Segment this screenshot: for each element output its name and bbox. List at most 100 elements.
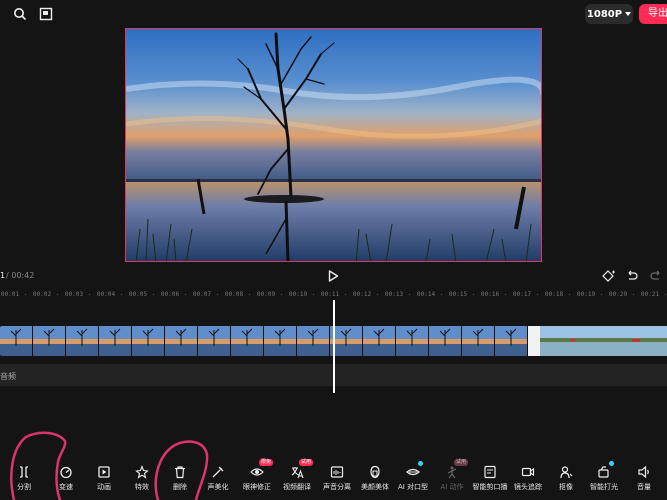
- volume-icon: [637, 464, 651, 479]
- toolbar-item-camera-track[interactable]: 镜头追踪: [508, 455, 548, 500]
- clip-thumbnail: [0, 326, 33, 356]
- timeline-tick: 00:11: [321, 291, 340, 298]
- timeline-tick: 00:18: [545, 291, 564, 298]
- timeline-dot: [665, 294, 666, 295]
- clip-thumbnail: [132, 326, 165, 356]
- redo-icon[interactable]: [649, 268, 663, 282]
- lip-sync-icon: [406, 464, 420, 478]
- video-clip[interactable]: [0, 326, 528, 356]
- play-icon[interactable]: [326, 268, 340, 282]
- clip-2-thumbnail: [540, 326, 667, 356]
- timeline-tick: 00:14: [417, 291, 436, 298]
- resolution-value: 1080P: [586, 8, 623, 20]
- toolbar-item-volume[interactable]: 音量: [624, 455, 664, 500]
- undo-icon[interactable]: [625, 268, 639, 282]
- split-icon: [17, 464, 31, 478]
- toolbar-item-smart-light[interactable]: 智能打光: [584, 455, 624, 500]
- toolbar-item-label: 美颜美体: [361, 483, 389, 491]
- toolbar-item-delete[interactable]: 删除: [160, 455, 200, 500]
- video-preview[interactable]: [125, 28, 542, 262]
- close-icon[interactable]: [12, 6, 28, 22]
- toolbar-item-speed[interactable]: 变速: [46, 455, 86, 500]
- clip-thumbnail: [363, 326, 396, 356]
- toolbar-item-beauty[interactable]: 美颜美体: [355, 455, 395, 500]
- toolbar-item-label: 视频翻译: [283, 483, 311, 491]
- toolbar-item-ai-motion[interactable]: AI 动作 试用: [432, 455, 472, 500]
- timeline-tick: 00:20: [609, 291, 628, 298]
- timeline-dot: [153, 294, 154, 295]
- clip-thumbnail: [396, 326, 429, 356]
- toolbar-item-split[interactable]: 分割: [4, 455, 44, 500]
- clip-thumbnail: [462, 326, 495, 356]
- delete-icon: [173, 464, 187, 479]
- badge: 限免: [259, 459, 274, 466]
- timeline-dot: [121, 294, 122, 295]
- vip-icon: [609, 461, 614, 466]
- clip-thumbnail: [99, 326, 132, 356]
- badge: 试用: [454, 459, 469, 466]
- fullscreen-icon[interactable]: [38, 6, 54, 22]
- ai-motion-icon: [445, 464, 459, 479]
- animation-icon: [97, 464, 111, 478]
- timeline-tick: 00:07: [193, 291, 212, 298]
- toolbar-item-animation[interactable]: 动画: [84, 455, 124, 500]
- resolution-select[interactable]: 1080P: [585, 4, 633, 24]
- toolbar-item-label: 声音分离: [323, 483, 351, 491]
- toolbar-item-audio-separate[interactable]: 声音分离: [317, 455, 357, 500]
- timeline-tick: 00:04: [97, 291, 116, 298]
- clip-thumbnail: [66, 326, 99, 356]
- current-time: 1: [0, 271, 6, 280]
- timeline-tick: 00:15: [449, 291, 468, 298]
- toolbar-item-label: 智能剪口播: [472, 483, 508, 491]
- toolbar-item-label: 声美化: [207, 483, 229, 491]
- camera-track-icon: [521, 464, 535, 478]
- clip-thumbnail: [264, 326, 297, 356]
- toolbar-item-voice-beautify[interactable]: 声美化: [198, 455, 238, 500]
- export-button[interactable]: 导出: [639, 4, 667, 24]
- toolbar-item-label: 镜头追踪: [514, 483, 542, 491]
- timeline-tick: 00:16: [481, 291, 500, 298]
- timeline-tick: 00:19: [577, 291, 596, 298]
- cutout-icon: [559, 464, 573, 479]
- timeline-dot: [473, 294, 474, 295]
- top-bar: 1080P 导出: [0, 0, 667, 28]
- timeline-tick: 00:10: [289, 291, 308, 298]
- video-clip-2[interactable]: [540, 326, 667, 356]
- timeline-dot: [217, 294, 218, 295]
- timeline-dot: [633, 294, 634, 295]
- voice-beautify-icon: [211, 464, 225, 478]
- timeline-tick: 00:09: [257, 291, 276, 298]
- smart-light-icon: [597, 464, 611, 478]
- timeline-dot: [249, 294, 250, 295]
- playhead[interactable]: [333, 300, 335, 393]
- toolbar-item-label: 分割: [17, 483, 31, 491]
- timeline-tick: 00:02: [33, 291, 52, 298]
- bottom-toolbar: 分割 变速 动画 特效 删除 声美化 眼神修正 限免 视频翻译 试用 声音分离 美颜美体 AI 对口型 A…: [0, 455, 667, 500]
- timeline-tick: 00:01: [1, 291, 20, 298]
- timeline-dot: [377, 294, 378, 295]
- speed-icon: [59, 464, 73, 479]
- toolbar-item-translate[interactable]: 视频翻译 试用: [277, 455, 317, 500]
- timeline-dot: [537, 294, 538, 295]
- toolbar-item-effects[interactable]: 特效: [122, 455, 162, 500]
- timeline-ruler[interactable]: 00:01 00:02 00:03 00:04 00:05 00:06 00:07 00:08…: [0, 287, 667, 301]
- toolbar-item-label: AI 动作: [440, 483, 464, 491]
- toolbar-item-eye-correct[interactable]: 眼神修正 限免: [237, 455, 277, 500]
- toolbar-item-label: 智能打光: [590, 483, 618, 491]
- toolbar-item-label: AI 对口型: [397, 483, 429, 491]
- keyframe-icon[interactable]: [602, 268, 616, 282]
- clip-thumbnail: [165, 326, 198, 356]
- timeline-dot: [89, 294, 90, 295]
- audio-track-label: 音频: [0, 372, 16, 381]
- toolbar-item-lip-sync[interactable]: AI 对口型: [393, 455, 433, 500]
- timeline-tick: 00:12: [353, 291, 372, 298]
- beauty-icon: [368, 464, 382, 479]
- clip-thumbnail: [495, 326, 528, 356]
- clip-transition-handle[interactable]: [528, 326, 540, 356]
- timeline-tick: 00:08: [225, 291, 244, 298]
- total-time: / 00:42: [6, 271, 35, 280]
- toolbar-item-cutout[interactable]: 抠像: [546, 455, 586, 500]
- toolbar-item-smart-cut[interactable]: 智能剪口播: [470, 455, 510, 500]
- timeline-dot: [57, 294, 58, 295]
- timeline-tick: 00:05: [129, 291, 148, 298]
